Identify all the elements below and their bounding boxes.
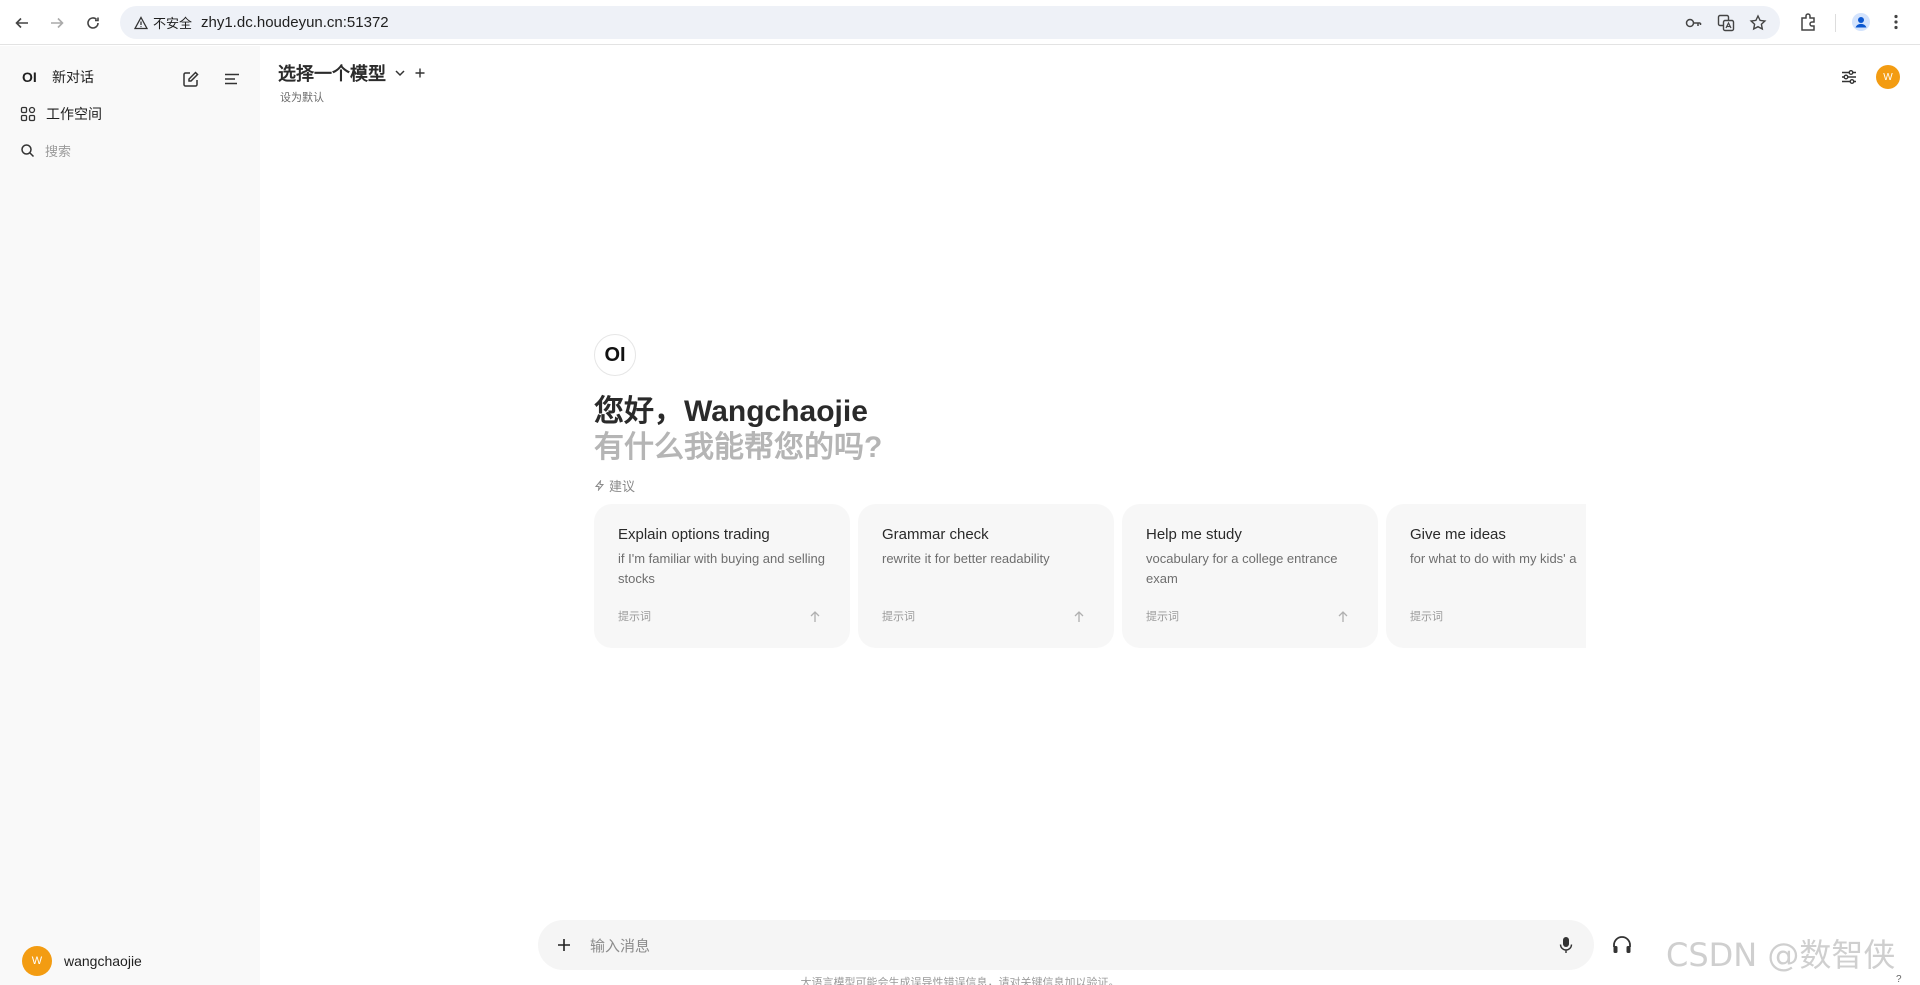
card-subtitle: vocabulary for a college entrance exam [1146,551,1338,586]
password-key-icon[interactable] [1684,14,1702,32]
app-logo: OI [22,69,37,85]
controls-button[interactable] [1838,66,1860,88]
header-avatar[interactable]: W [1876,65,1900,89]
card-title: Explain options trading [618,526,770,543]
security-chip[interactable]: 不安全 [128,11,200,34]
sidebar-search[interactable]: 搜索 [20,141,71,160]
forward-button[interactable] [44,10,70,36]
card-title: Give me ideas [1410,526,1506,543]
user-name: wangchaojie [64,953,142,969]
greeting-subtitle: 有什么我能帮您的吗? [594,431,883,464]
user-menu[interactable]: W wangchaojie [22,946,142,976]
suggestion-card[interactable]: Help me study vocabulary for a college e… [1122,504,1378,648]
avatar: W [22,946,52,976]
browser-toolbar: 不安全 zhy1.dc.houdeyun.cn:51372 [0,0,1920,45]
reload-icon [87,17,99,29]
arrow-up-icon [1074,611,1084,622]
card-tag: 提示词 [1410,611,1443,623]
sliders-icon [1842,70,1856,84]
set-default-link[interactable]: 设为默认 [280,89,324,105]
voice-mode-button[interactable] [1610,933,1634,957]
menu-lines-icon [225,73,239,85]
chevron-down-icon [395,70,405,77]
grid-icon [20,106,36,122]
arrow-up-icon [1338,611,1348,622]
bookmark-star-icon[interactable] [1749,14,1767,32]
plus-icon [558,939,570,951]
watermark-text: CSDN @数智侠 [1666,936,1896,974]
suggestions-label-text: 建议 [609,479,636,494]
security-label: 不安全 [153,16,193,31]
suggestion-card[interactable]: Give me ideas for what to do with my kid… [1386,504,1586,648]
card-subtitle: if I'm familiar with buying and selling … [618,551,825,586]
model-selector[interactable]: 选择一个模型 [278,60,426,86]
card-tag: 提示词 [882,611,915,623]
new-chat-button[interactable] [178,66,204,92]
card-title: Grammar check [882,526,989,543]
extensions-icon[interactable] [1797,11,1819,33]
suggestion-card[interactable]: Explain options trading if I'm familiar … [594,504,850,648]
sidebar-item-workspace[interactable]: 工作空间 [20,104,102,124]
suggestion-card[interactable]: Grammar check rewrite it for better read… [858,504,1114,648]
url-text[interactable]: zhy1.dc.houdeyun.cn:51372 [201,14,389,31]
workspace-label: 工作空间 [46,106,102,122]
model-select-label: 选择一个模型 [278,64,386,84]
back-button[interactable] [9,10,35,36]
profile-icon[interactable] [1850,11,1872,33]
card-title: Help me study [1146,526,1242,543]
model-logo: OI [594,334,636,376]
message-input[interactable]: 输入消息 [590,935,650,956]
bolt-icon [594,480,605,491]
search-input[interactable]: 搜索 [45,141,71,160]
arrow-right-icon [51,17,64,29]
disclaimer-text: 大语言模型可能会生成误导性错误信息，请对关键信息加以验证。 [800,977,1120,985]
suggestion-cards: Explain options trading if I'm familiar … [594,504,1586,648]
edit-icon [183,71,199,87]
help-button[interactable]: ? [1896,974,1902,985]
new-chat-row[interactable]: OI 新对话 [22,67,94,87]
attach-button[interactable] [552,933,576,957]
search-icon [21,144,35,158]
address-bar[interactable]: 不安全 zhy1.dc.houdeyun.cn:51372 [120,6,1780,39]
warning-icon [134,15,148,29]
message-composer: 输入消息 [538,920,1594,970]
toolbar-divider [1835,14,1836,32]
voice-input-button[interactable] [1554,933,1578,957]
arrow-up-icon [810,611,820,622]
card-tag: 提示词 [618,611,651,623]
microphone-icon [1559,937,1573,953]
reload-button[interactable] [80,10,106,36]
card-tag: 提示词 [1146,611,1179,623]
card-subtitle: for what to do with my kids' a [1410,551,1577,566]
sidebar: OI 新对话 工作空间 搜索 W wangchaojie [0,46,260,985]
browser-menu-icon[interactable] [1885,11,1907,33]
suggestions-label: 建议 [594,476,635,495]
new-chat-label: 新对话 [52,69,94,85]
arrow-left-icon [15,17,28,29]
add-model-icon[interactable] [414,67,426,79]
card-subtitle: rewrite it for better readability [882,551,1050,566]
headphones-icon [1613,936,1631,953]
translate-icon[interactable] [1717,14,1735,32]
sidebar-toggle-button[interactable] [219,66,245,92]
